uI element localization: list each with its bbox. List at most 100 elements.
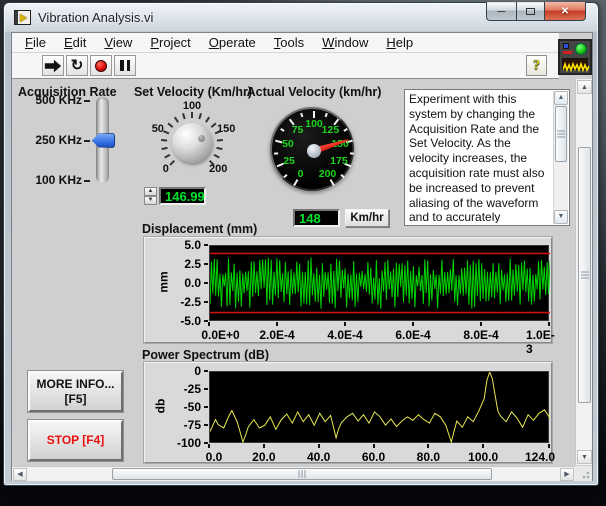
y-tick-mark [204,301,208,303]
spin-down-icon[interactable]: ▼ [144,196,157,205]
knob-indicator-dot [198,135,205,142]
minimize-icon: — [498,7,506,16]
gauge-tick [350,152,354,154]
menu-item-window[interactable]: Window [313,34,377,51]
slider-tick-label: 250 KHz [18,133,90,147]
help-icon: ? [533,58,540,74]
x-tick-label: 40.0 [307,450,330,464]
menu-item-tools[interactable]: Tools [265,34,313,51]
minimize-button[interactable]: — [486,2,516,21]
power-spectrum-chart: 0-25-50-75-1000.020.040.060.080.0100.012… [144,362,552,463]
slider-tick-label: 500 KHz [18,93,90,107]
menu-item-project[interactable]: Project [141,34,199,51]
displacement-chart: 5.02.50.0-2.5-5.00.0E+02.0E-44.0E-46.0E-… [144,237,552,343]
set-velocity-knob[interactable]: 050100150200 [152,103,232,183]
abort-button[interactable] [90,55,112,76]
knob-tick [161,147,167,150]
scroll-up-icon[interactable]: ▲ [554,91,568,105]
textbox-scrollbar[interactable]: ▲ ▼ [553,91,568,224]
x-tick-mark [482,444,484,448]
x-tick-label: 124.0 [525,450,555,464]
scroll-right-icon[interactable]: ▶ [560,468,574,481]
spin-up-icon[interactable]: ▲ [144,187,157,196]
maximize-button[interactable] [516,2,544,21]
scroll-left-icon[interactable]: ◀ [13,468,27,481]
set-velocity-display[interactable]: 146.99 [159,187,206,205]
panel-area: Acquisition Rate 500 KHz250 KHz100 KHz S… [12,79,575,466]
knob-tick [217,139,223,142]
instructions-text: Experiment with this system by changing … [409,92,549,223]
y-tick-label: -75 [165,418,201,432]
title-bar[interactable]: Vibration Analysis.vi — ✕ [4,3,598,31]
more-info-button[interactable]: MORE INFO... [F5] [28,371,123,412]
scroll-up-icon[interactable]: ▲ [577,80,592,94]
x-tick-mark [373,444,375,448]
maximize-icon [526,8,535,15]
more-info-button-label: MORE INFO... [37,377,115,392]
menu-item-view[interactable]: View [95,34,141,51]
x-tick-label: 8.0E-4 [463,328,498,342]
x-tick-label: 20.0 [252,450,275,464]
set-velocity-spinner: ▲▼ [144,187,157,205]
x-tick-mark [548,444,550,448]
gauge-hub [307,144,321,158]
y-tick-label: 5.0 [165,238,201,252]
x-tick-label: 1.0E-3 [526,328,555,356]
vertical-scrollbar[interactable]: ▲ ▼ [575,79,592,465]
knob-tick [182,113,186,119]
scroll-down-icon[interactable]: ▼ [577,450,592,464]
y-tick-mark [204,263,208,265]
y-tick-mark [204,244,208,246]
gauge-scale-number: 50 [282,138,294,150]
abort-icon [95,60,107,72]
actual-velocity-label: Actual Velocity (km/hr) [233,85,395,99]
vi-front-panel: FileEditViewProjectOperateToolsWindowHel… [11,32,593,481]
scroll-down-icon[interactable]: ▼ [554,210,568,224]
x-tick-mark [412,322,414,326]
x-tick-label: 60.0 [362,450,385,464]
y-tick-label: -50 [165,400,201,414]
vi-icon-red-bar [563,51,572,54]
y-tick-mark [204,282,208,284]
x-tick-mark [208,444,210,448]
vertical-scroll-thumb[interactable] [578,147,591,403]
knob-tick [214,154,220,159]
knob-scale-number: 100 [183,100,201,112]
knob-tick [169,160,175,166]
context-help-button[interactable]: ? [526,55,547,76]
knob-tick [161,139,167,142]
window-title: Vibration Analysis.vi [38,10,153,25]
knob-tick [198,113,202,119]
x-tick-label: 0.0E+0 [201,328,239,342]
toolbar: ↻ [12,53,559,79]
run-continuously-button[interactable]: ↻ [66,55,88,76]
knob-scale-number: 200 [209,163,227,175]
textbox-scroll-thumb[interactable] [555,106,567,162]
menu-item-edit[interactable]: Edit [55,34,95,51]
stop-button[interactable]: STOP [F4] [28,420,123,461]
menu-item-file[interactable]: File [16,34,55,51]
knob-scale-number: 150 [217,123,235,135]
resize-grip[interactable] [575,466,592,481]
knob-tick [174,117,179,123]
pause-button[interactable] [114,55,136,76]
horizontal-scroll-thumb[interactable] [112,468,492,480]
gauge-scale-number: 175 [330,155,348,167]
vi-icon-knob-glyph [575,43,587,55]
y-tick-label: 2.5 [165,257,201,271]
x-tick-label: 4.0E-4 [327,328,362,342]
horizontal-scrollbar[interactable]: ◀ ▶ [12,466,575,481]
y-tick-mark [204,370,208,372]
more-info-button-key: [F5] [65,392,87,407]
vi-icon [558,39,592,75]
y-axis-name: mm [157,271,171,292]
y-tick-mark [204,406,208,408]
menu-item-help[interactable]: Help [377,34,422,51]
menu-item-operate[interactable]: Operate [200,34,265,51]
run-button[interactable] [42,55,64,76]
waveform-trace [210,372,550,442]
y-tick-label: -5.0 [165,314,201,328]
knob-tick [211,123,217,128]
close-button[interactable]: ✕ [544,2,586,21]
close-icon: ✕ [561,6,569,17]
